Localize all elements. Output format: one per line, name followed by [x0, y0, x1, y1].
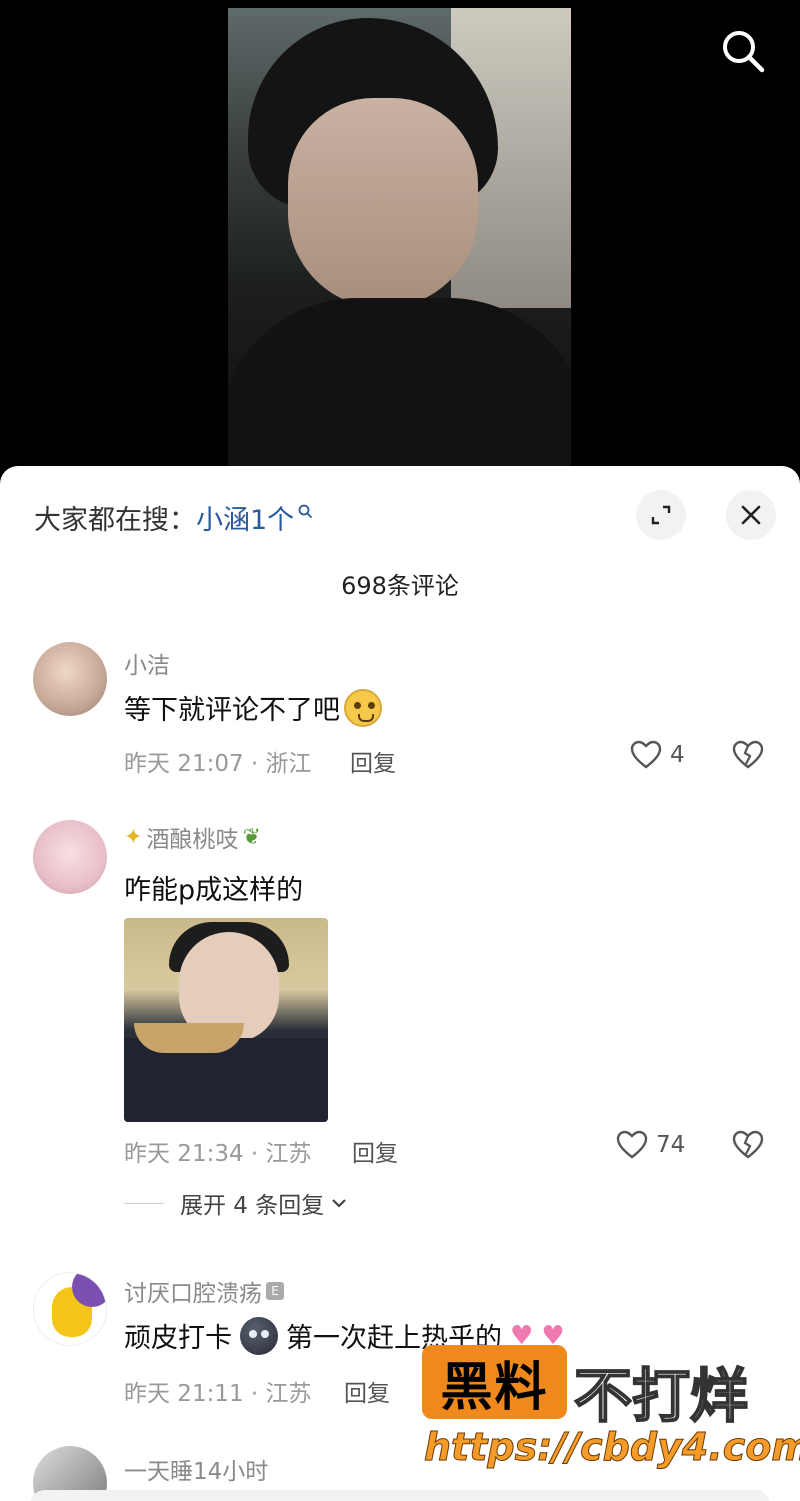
reply-button[interactable]: 回复: [350, 744, 396, 778]
like-count: 4: [670, 742, 685, 768]
expand-button[interactable]: [636, 490, 686, 540]
dislike-button[interactable]: [732, 740, 764, 774]
comment-input-bar[interactable]: [30, 1490, 770, 1501]
badge: E: [266, 1282, 284, 1300]
watermark-text: 不打烊: [573, 1361, 749, 1431]
emoji-icon: [344, 688, 382, 727]
avatar[interactable]: [33, 820, 107, 894]
comment-text-body: 等下就评论不了吧: [124, 695, 340, 726]
like-button[interactable]: 4: [630, 740, 685, 770]
comment-username[interactable]: 讨厌口腔溃疡: [124, 1274, 262, 1308]
sparkle-icon: ✦: [124, 824, 143, 850]
comment-meta: 昨天 21:34 · 江苏: [124, 1141, 312, 1167]
heart-icon: [630, 740, 662, 769]
comment-text: 等下就评论不了吧: [124, 688, 382, 727]
hot-search-term[interactable]: 小涵1个: [196, 498, 294, 537]
comment-image[interactable]: [124, 918, 328, 1122]
comment-text-part: 顽皮打卡: [124, 1323, 232, 1354]
broken-heart-icon: [732, 740, 764, 769]
chevron-down-icon: [332, 1199, 347, 1208]
dislike-button[interactable]: [732, 1130, 764, 1164]
close-icon: [741, 505, 761, 525]
like-button[interactable]: 74: [616, 1130, 685, 1160]
video-frame: [228, 8, 571, 473]
avatar[interactable]: [33, 642, 107, 716]
heart-icon: [616, 1130, 648, 1159]
emoji-icon: [240, 1316, 278, 1355]
watermark-box: 黑料: [422, 1345, 567, 1419]
comment-meta: 昨天 21:07 · 浙江: [124, 751, 312, 777]
expand-replies-button[interactable]: 展开 4 条回复: [124, 1186, 348, 1220]
expand-icon: [651, 505, 671, 525]
reply-button[interactable]: 回复: [352, 1134, 398, 1168]
close-button[interactable]: [726, 490, 776, 540]
watermark-box-text: 黑料: [440, 1357, 549, 1418]
search-small-icon: [298, 504, 313, 518]
comment-count: 698条评论: [341, 572, 459, 600]
avatar[interactable]: [33, 1272, 107, 1346]
divider: [124, 1202, 164, 1204]
comment-text: 咋能p成这样的: [124, 875, 304, 906]
comment-username-row: ✦ 酒酿桃吱 ❦: [124, 820, 261, 854]
broken-heart-icon: [732, 1130, 764, 1159]
search-icon[interactable]: [718, 26, 768, 76]
leaf-icon: ❦: [242, 824, 261, 850]
hot-search[interactable]: 大家都在搜： 小涵1个: [34, 498, 313, 537]
comment-username-row: 讨厌口腔溃疡 E: [124, 1274, 284, 1308]
comment-username[interactable]: 一天睡14小时: [124, 1452, 268, 1486]
expand-replies-label: 展开 4 条回复: [180, 1193, 325, 1219]
video-player[interactable]: [0, 0, 800, 480]
comment-username[interactable]: 小洁: [124, 646, 170, 680]
like-count: 74: [656, 1132, 686, 1158]
watermark: 黑料 不打烊 https://cbdy4.com: [422, 1345, 800, 1475]
watermark-url: https://cbdy4.com: [424, 1425, 800, 1470]
comment-meta: 昨天 21:11 · 江苏: [124, 1381, 312, 1407]
hot-search-prefix: 大家都在搜：: [34, 505, 196, 536]
comment-username[interactable]: 酒酿桃吱: [146, 820, 238, 854]
reply-button[interactable]: 回复: [344, 1374, 390, 1408]
